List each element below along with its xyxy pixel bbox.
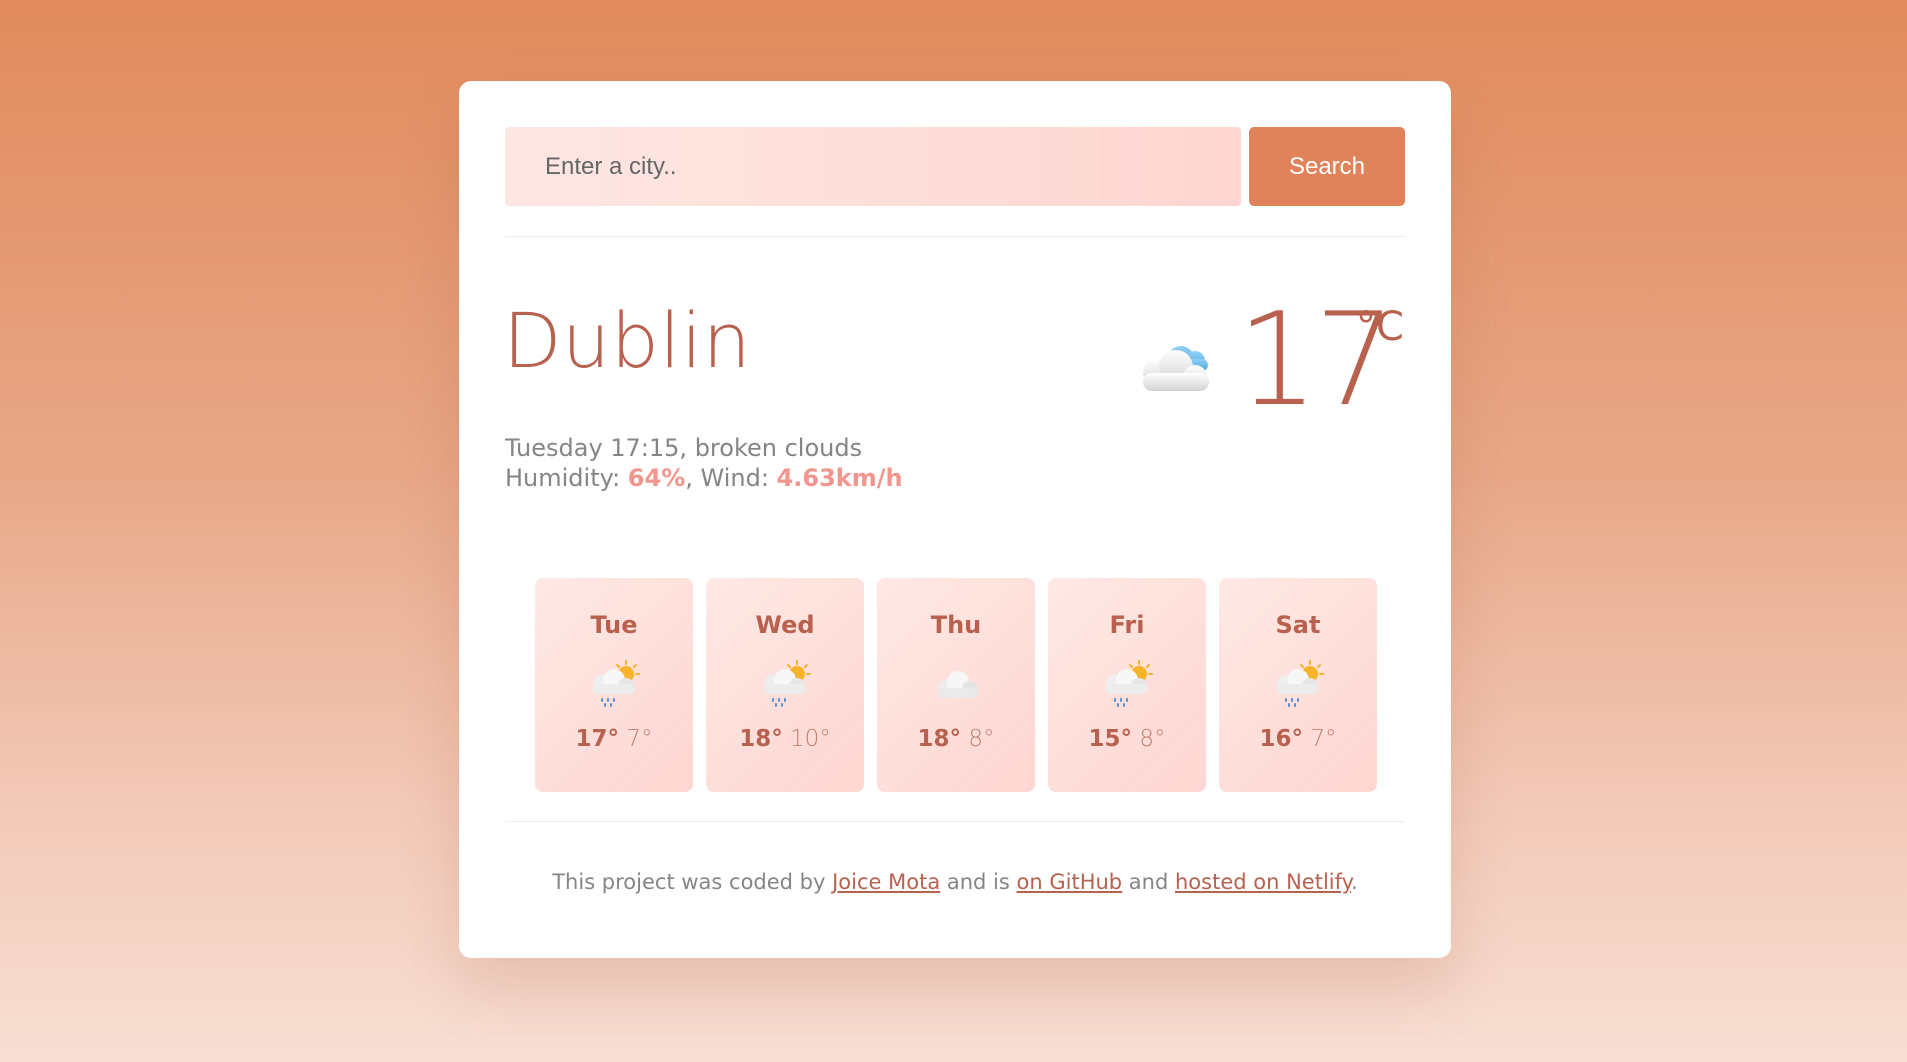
humidity-wind-line: Humidity: 64%, Wind: 4.63km/h bbox=[505, 463, 903, 493]
bottom-divider bbox=[505, 821, 1405, 822]
forecast-day-name: Sat bbox=[1275, 611, 1321, 639]
search-form: Search bbox=[505, 127, 1405, 206]
cloud-icon bbox=[926, 660, 988, 708]
humidity-value: 64% bbox=[627, 464, 686, 492]
github-link[interactable]: on GitHub bbox=[1017, 870, 1123, 894]
weather-app-card: Search Dublin Tuesday 17:15, broken clou… bbox=[459, 81, 1451, 958]
forecast-max: 18° bbox=[739, 726, 783, 752]
footer-text: . bbox=[1351, 870, 1358, 894]
forecast-day-name: Wed bbox=[755, 611, 815, 639]
forecast-min: 7° bbox=[626, 726, 653, 752]
netlify-link[interactable]: hosted on Netlify bbox=[1175, 870, 1351, 894]
wind-label: , Wind: bbox=[685, 464, 777, 492]
author-link[interactable]: Joice Mota bbox=[832, 870, 940, 894]
day-time-description: Tuesday 17:15, broken clouds bbox=[505, 434, 863, 462]
forecast-day-card: Wed 18° 10° bbox=[706, 578, 864, 792]
footer: This project was coded by Joice Mota and… bbox=[459, 870, 1451, 894]
broken-clouds-icon bbox=[1131, 331, 1221, 401]
forecast-min: 8° bbox=[1139, 726, 1166, 752]
temperature-unit-toggle[interactable]: °C bbox=[1356, 307, 1404, 347]
forecast-temps: 18° 10° bbox=[706, 726, 864, 752]
forecast-max: 16° bbox=[1259, 726, 1304, 752]
footer-text: and bbox=[1122, 870, 1175, 894]
weather-details: Tuesday 17:15, broken clouds Humidity: 6… bbox=[505, 433, 903, 493]
forecast-max: 18° bbox=[917, 726, 962, 752]
forecast-day-name: Tue bbox=[590, 611, 638, 639]
footer-text: This project was coded by bbox=[552, 870, 833, 894]
forecast-max: 15° bbox=[1088, 726, 1133, 752]
forecast-day-card: Fri 15° 8° bbox=[1048, 578, 1206, 792]
footer-text: and is bbox=[940, 870, 1017, 894]
search-button[interactable]: Search bbox=[1249, 127, 1405, 206]
rain-sun-icon bbox=[1097, 660, 1159, 708]
rain-sun-icon bbox=[1268, 660, 1330, 708]
top-divider bbox=[505, 236, 1405, 237]
rain-sun-icon bbox=[755, 660, 817, 708]
forecast-min: 8° bbox=[968, 726, 995, 752]
forecast-day-card: Thu 18° 8° bbox=[877, 578, 1035, 792]
forecast-day-card: Tue 17° 7° bbox=[535, 578, 693, 792]
forecast-temps: 17° 7° bbox=[535, 726, 693, 752]
forecast-temps: 16° 7° bbox=[1219, 726, 1377, 752]
forecast-day-name: Fri bbox=[1109, 611, 1145, 639]
forecast-temps: 15° 8° bbox=[1048, 726, 1206, 752]
forecast-max: 17° bbox=[575, 726, 620, 752]
forecast-min: 10° bbox=[790, 726, 831, 752]
wind-value: 4.63km/h bbox=[776, 464, 903, 492]
forecast-day-card: Sat 16° 7° bbox=[1219, 578, 1377, 792]
city-search-input[interactable] bbox=[505, 127, 1241, 206]
humidity-label: Humidity: bbox=[505, 464, 628, 492]
forecast-min: 7° bbox=[1310, 726, 1337, 752]
city-name: Dublin bbox=[503, 296, 752, 385]
rain-sun-icon bbox=[584, 660, 646, 708]
forecast-temps: 18° 8° bbox=[877, 726, 1035, 752]
forecast-day-name: Thu bbox=[930, 611, 982, 639]
